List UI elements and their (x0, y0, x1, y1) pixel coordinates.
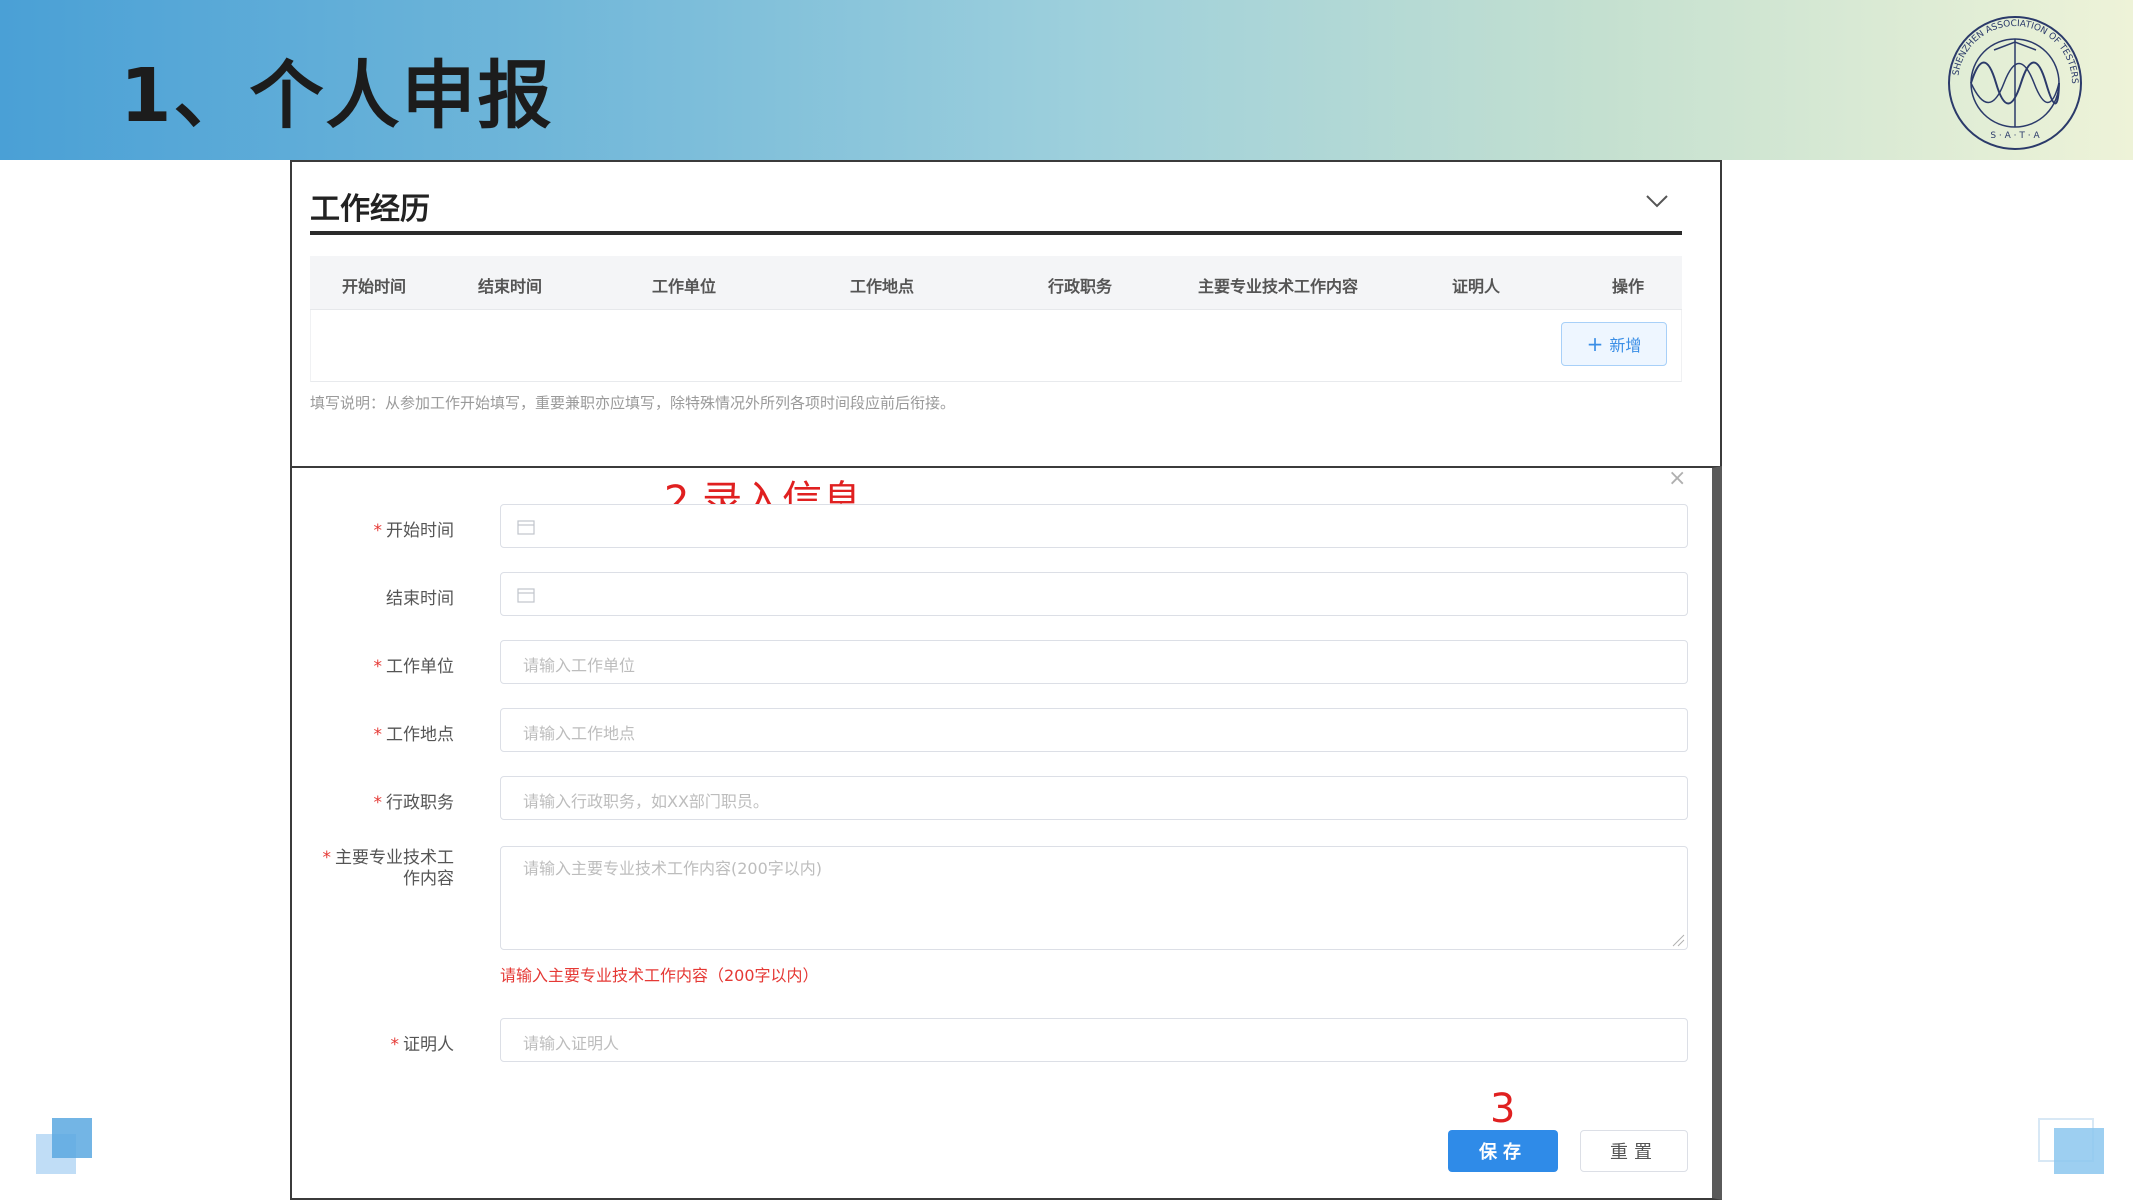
column-header: 主要专业技术工作内容 (1197, 277, 1359, 296)
slide-title: 1、个人申报 (120, 53, 554, 139)
location-placeholder: 请输入工作地点 (523, 724, 636, 743)
chevron-down-icon[interactable] (1644, 192, 1670, 210)
decorative-square (52, 1118, 92, 1158)
column-header: 结束时间 (477, 277, 543, 296)
required-mark: * (390, 1035, 400, 1055)
slide: 1、个人申报 SHENZHEN ASSOCIATION OF TESTERS A… (0, 0, 2133, 1200)
required-mark: * (373, 657, 383, 677)
step-3-marker: 3 (1490, 1086, 1516, 1132)
svg-text:S · A · T · A: S · A · T · A (1990, 131, 2040, 141)
witness-label: * 证明人 (390, 1035, 455, 1055)
witness-placeholder: 请输入证明人 (523, 1034, 620, 1053)
employer-input[interactable]: 请输入工作单位 (500, 640, 1688, 684)
end-time-field[interactable] (500, 572, 1688, 616)
required-mark: * (322, 848, 332, 868)
calendar-icon (517, 588, 535, 603)
table-header: 开始时间 结束时间 工作单位 工作地点 行政职务 主要专业技术工作内容 证明人 … (310, 256, 1682, 310)
save-button[interactable]: 保存 (1448, 1130, 1558, 1172)
svg-text:SHENZHEN ASSOCIATION OF TESTER: SHENZHEN ASSOCIATION OF TESTERS AND ANAL… (1944, 12, 2079, 84)
plus-icon: + (1586, 332, 1604, 356)
content-placeholder: 请输入主要专业技术工作内容(200字以内) (523, 859, 823, 878)
content-textarea[interactable]: 请输入主要专业技术工作内容(200字以内) (500, 846, 1688, 950)
required-mark: * (373, 725, 383, 745)
column-header: 操作 (1611, 277, 1645, 296)
content-error: 请输入主要专业技术工作内容（200字以内） (500, 966, 819, 985)
required-mark: * (373, 793, 383, 813)
end-time-label: 结束时间 (386, 589, 454, 609)
employer-placeholder: 请输入工作单位 (523, 656, 636, 675)
column-header: 工作单位 (651, 277, 717, 296)
employer-label: * 工作单位 (373, 657, 455, 677)
start-time-label: * 开始时间 (373, 521, 455, 541)
position-label: * 行政职务 (373, 793, 455, 813)
witness-input[interactable]: 请输入证明人 (500, 1018, 1688, 1062)
close-icon[interactable]: × (1668, 466, 1686, 491)
reset-button[interactable]: 重置 (1580, 1130, 1688, 1172)
resize-handle-icon[interactable] (1671, 933, 1685, 947)
table-body: 1 + 新增 (310, 310, 1682, 382)
location-label: * 工作地点 (373, 725, 455, 745)
work-experience-panel: 工作经历 开始时间 结束时间 工作单位 工作地点 行政职务 主要专业技术工作内容… (290, 160, 1722, 468)
start-time-field[interactable] (500, 504, 1688, 548)
position-input[interactable]: 请输入行政职务，如XX部门职员。 (500, 776, 1688, 820)
column-header: 行政职务 (1047, 277, 1113, 296)
content-label: * 主要专业技术工 作内容 (322, 848, 455, 889)
location-input[interactable]: 请输入工作地点 (500, 708, 1688, 752)
required-mark: * (373, 521, 383, 541)
association-logo: SHENZHEN ASSOCIATION OF TESTERS AND ANAL… (1944, 12, 2082, 150)
decorative-square (2054, 1128, 2104, 1174)
calendar-icon (517, 520, 535, 535)
column-header: 证明人 (1451, 277, 1501, 296)
section-divider (310, 231, 1682, 235)
position-placeholder: 请输入行政职务，如XX部门职员。 (523, 792, 769, 811)
fill-note: 填写说明：从参加工作开始填写，重要兼职亦应填写，除特殊情况外所列各项时间段应前后… (310, 394, 956, 412)
column-header: 开始时间 (341, 277, 407, 296)
entry-dialog: 2.录入信息 × * 开始时间 结束时间 * 工作单位 请输入工作单位 * 工作… (290, 466, 1722, 1200)
add-button-label: 新增 (1609, 336, 1642, 355)
add-button[interactable]: + 新增 (1561, 322, 1667, 366)
section-title: 工作经历 (310, 192, 430, 227)
column-header: 工作地点 (849, 277, 915, 296)
